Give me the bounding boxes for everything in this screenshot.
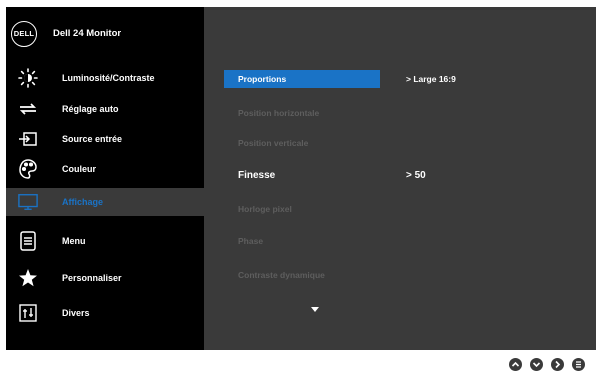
submenu-item-pixel-clock: Horloge pixel: [224, 200, 584, 218]
submenu-item-label: Position horizontale: [238, 108, 320, 118]
menu-item-color[interactable]: Couleur: [6, 155, 204, 183]
menu-item-label: Réglage auto: [62, 104, 119, 114]
menu-item-label: Source entrée: [62, 134, 123, 144]
menu-item-label: Personnaliser: [62, 273, 122, 283]
submenu-item-value: > 50: [406, 169, 426, 181]
star-icon: [18, 268, 38, 288]
menu-item-brightness[interactable]: Luminosité/Contraste: [6, 64, 204, 92]
color-palette-icon: [18, 159, 38, 179]
submenu-item-label: Horloge pixel: [238, 204, 292, 214]
submenu-item-label: Phase: [238, 236, 264, 246]
submenu-item-phase: Phase: [224, 232, 584, 250]
menu-item-label: Luminosité/Contraste: [62, 73, 155, 83]
dell-logo: DELL: [11, 20, 37, 47]
submenu-item-dynamic-contrast: Contraste dynamique: [224, 266, 584, 284]
down-icon[interactable]: [530, 358, 543, 371]
submenu-panel: Proportions > Large 16:9 Position horizo…: [204, 7, 596, 350]
submenu-item-horizontal-position: Position horizontale: [224, 104, 584, 122]
menu-item-others[interactable]: Divers: [6, 299, 204, 327]
menu-item-auto-adjust[interactable]: Réglage auto: [6, 95, 204, 123]
submenu-item-sharpness[interactable]: Finesse > 50: [224, 166, 584, 184]
main-menu-panel: DELL Dell 24 Monitor Luminosité/Contrast…: [6, 7, 204, 350]
display-icon: [18, 192, 38, 212]
menu-item-label: Divers: [62, 308, 90, 318]
others-icon: [18, 303, 38, 323]
menu-item-personalize[interactable]: Personnaliser: [6, 264, 204, 292]
menu-item-input-source[interactable]: Source entrée: [6, 125, 204, 153]
menu-item-label: Menu: [62, 236, 86, 246]
header: DELL Dell 24 Monitor: [6, 7, 204, 60]
submenu-item-label: Finesse: [238, 169, 276, 181]
submenu-item-vertical-position: Position verticale: [224, 134, 584, 152]
osd-navigation-buttons: [509, 358, 585, 371]
submenu-item-label: Position verticale: [238, 138, 309, 148]
right-icon[interactable]: [551, 358, 564, 371]
input-source-icon: [18, 129, 38, 149]
logo-text: DELL: [13, 29, 35, 38]
monitor-model: Dell 24 Monitor: [53, 28, 122, 39]
brightness-icon: [18, 68, 38, 88]
submenu-item-label: Proportions: [238, 74, 287, 84]
menu-item-label: Affichage: [62, 197, 104, 207]
submenu-item-label: Contraste dynamique: [238, 270, 325, 280]
submenu-item-value: > Large 16:9: [406, 74, 456, 84]
auto-adjust-icon: [18, 99, 38, 119]
exit-icon[interactable]: [572, 358, 585, 371]
submenu-item-proportions[interactable]: Proportions > Large 16:9: [224, 70, 584, 88]
osd-window: DELL Dell 24 Monitor Luminosité/Contrast…: [6, 7, 596, 350]
menu-item-menu[interactable]: Menu: [6, 227, 204, 255]
menu-icon: [18, 231, 38, 251]
menu-item-label: Couleur: [62, 164, 97, 174]
menu-item-display[interactable]: Affichage: [6, 188, 204, 216]
up-icon[interactable]: [509, 358, 522, 371]
scroll-down-icon[interactable]: [311, 307, 319, 312]
